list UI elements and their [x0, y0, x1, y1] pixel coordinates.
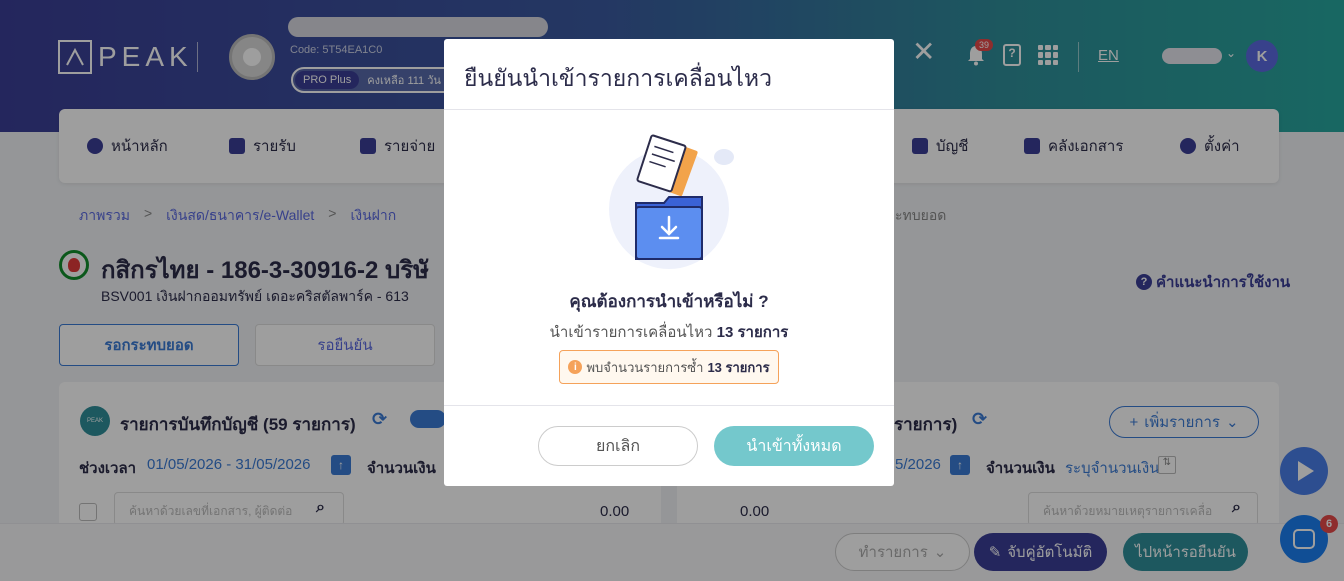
duplicate-count: 13 รายการ	[707, 359, 770, 375]
import-confirm-dialog: ยืนยันนำเข้ารายการเคลื่อนไหว คุณต้องการน…	[444, 39, 894, 486]
dialog-divider	[444, 405, 894, 406]
cancel-button[interactable]: ยกเลิก	[538, 426, 698, 466]
dialog-divider	[444, 109, 894, 110]
import-count: 13 รายการ	[716, 324, 789, 341]
duplicate-warning: i พบจำนวนรายการซ้ำ 13 รายการ	[559, 350, 779, 384]
warning-text: พบจำนวนรายการซ้ำ	[586, 359, 704, 375]
dialog-question: คุณต้องการนำเข้าหรือไม่ ?	[569, 292, 769, 311]
import-all-button[interactable]: นำเข้าทั้งหมด	[714, 426, 874, 466]
import-folder-illustration	[609, 134, 734, 269]
dialog-title: ยืนยันนำเข้ารายการเคลื่อนไหว	[464, 65, 772, 91]
dialog-description: นำเข้ารายการเคลื่อนไหว 13 รายการ	[444, 320, 894, 344]
info-icon: i	[568, 360, 583, 374]
description-text: นำเข้ารายการเคลื่อนไหว	[549, 324, 713, 341]
